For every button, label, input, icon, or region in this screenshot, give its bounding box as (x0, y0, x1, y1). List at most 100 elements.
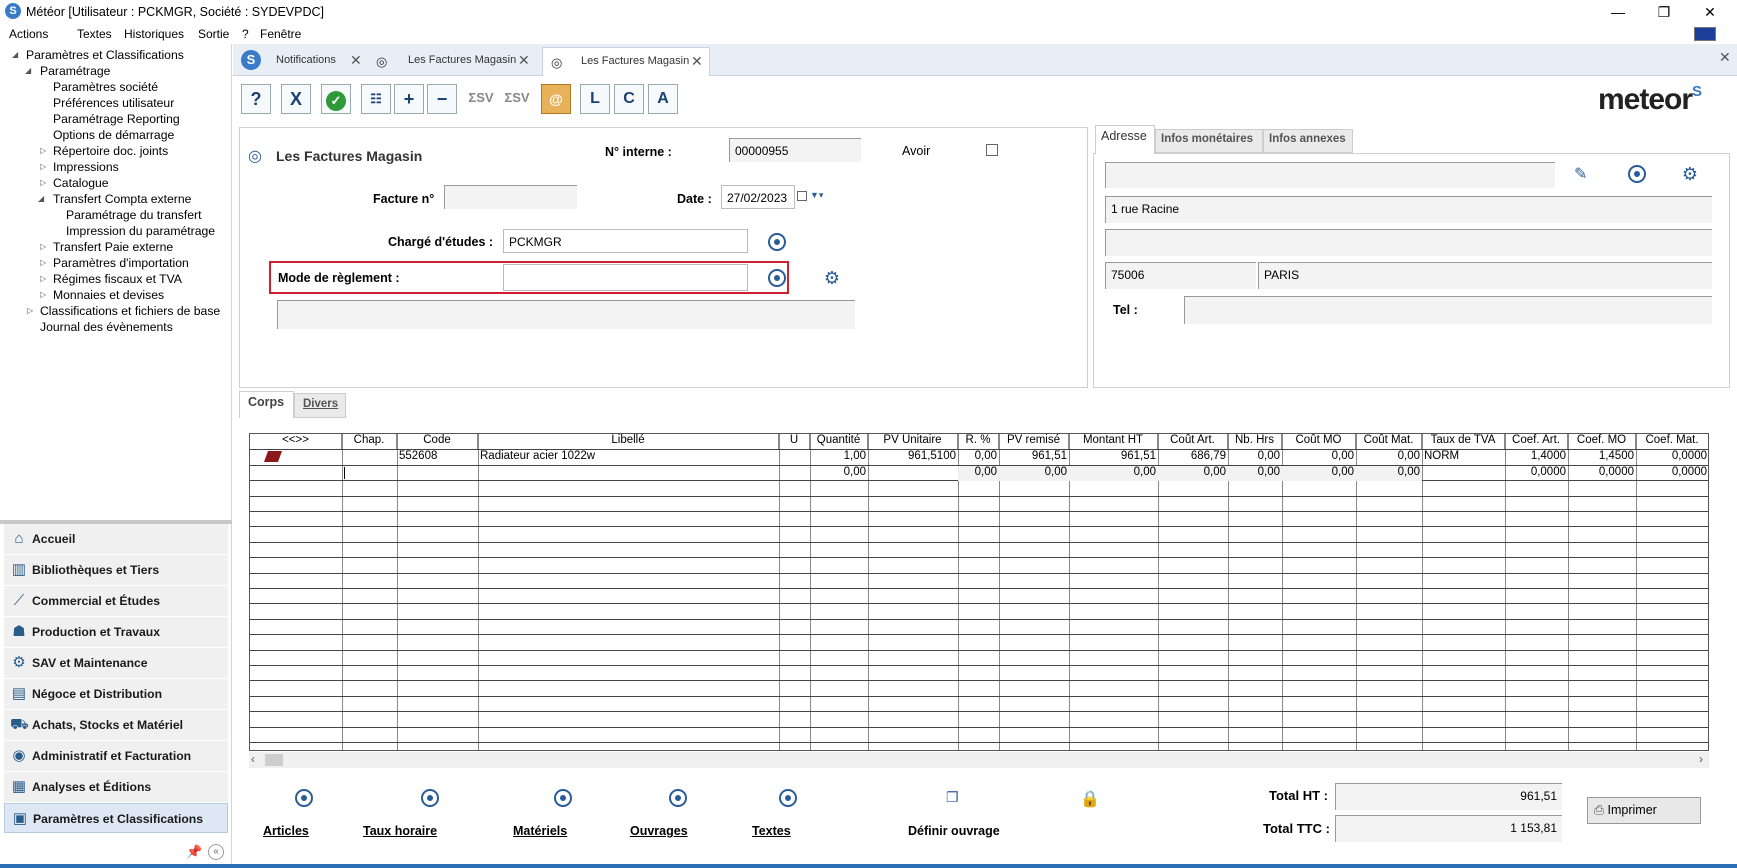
grid-header-cell[interactable]: Libellé (478, 434, 779, 449)
minimize-icon[interactable]: — (1595, 0, 1641, 24)
tree-item[interactable]: Impression du paramétrage (66, 224, 215, 238)
tree-item[interactable]: Journal des évènements (40, 320, 173, 334)
num-interne-field[interactable]: 00000955 (729, 138, 861, 162)
grid-cell[interactable]: 0,00 (1282, 466, 1356, 481)
line-c-button[interactable]: C (614, 84, 644, 114)
menu-fenetre[interactable]: Fenêtre (260, 27, 301, 41)
grid-column-separator[interactable] (1069, 434, 1070, 750)
sigma-sv-remove-button[interactable]: ΣSV (499, 84, 535, 114)
grid-cell[interactable]: 1,4500 (1568, 450, 1636, 465)
expand-icon[interactable]: ◢ (25, 66, 31, 75)
grid-cell[interactable]: 0,00 (1158, 466, 1228, 481)
grid-cell[interactable] (478, 466, 779, 481)
nav-parametres[interactable]: ▣ Paramètres et Classifications (4, 803, 228, 833)
grid-cell[interactable]: 0,0000 (1636, 466, 1708, 481)
grid-cell[interactable] (342, 450, 397, 465)
horizontal-scrollbar[interactable]: ‹ › (249, 752, 1709, 768)
select-charge-icon[interactable] (768, 233, 786, 251)
grid-header-cell[interactable]: Quantité (810, 434, 868, 449)
pin-icon[interactable]: 📌 (186, 844, 202, 860)
grid-cell[interactable] (779, 466, 810, 481)
collapse-icon[interactable]: ▷ (40, 178, 46, 187)
nav-achats[interactable]: ⛟ Achats, Stocks et Matériel (4, 710, 228, 740)
grid-cell[interactable]: 0,0000 (1568, 466, 1636, 481)
grid-cell[interactable] (250, 450, 342, 465)
tree-item[interactable]: Préférences utilisateur (53, 96, 174, 110)
grid-header-cell[interactable]: R. % (958, 434, 999, 449)
date-field[interactable]: 27/02/2023 (721, 185, 795, 209)
add-button[interactable]: + (394, 84, 424, 114)
facture-field[interactable] (444, 185, 577, 209)
grid-cell[interactable]: 552608 (397, 450, 478, 465)
tree-item[interactable]: Paramètres société (53, 80, 158, 94)
menu-historiques[interactable]: Historiques (124, 27, 184, 41)
tab-infos-monetaires[interactable]: Infos monétaires (1155, 129, 1263, 153)
taux-horaire-button[interactable]: Taux horaire (363, 824, 437, 838)
grid-cell[interactable] (342, 466, 397, 481)
grid-cell[interactable]: 0,00 (1069, 466, 1158, 481)
address-line2-field[interactable]: 1 rue Racine (1105, 196, 1712, 223)
date-dropdown-icon[interactable]: ▼▾ (810, 190, 823, 201)
expand-icon[interactable]: ◢ (12, 50, 18, 59)
grid-cell[interactable]: NORM (1422, 450, 1505, 465)
address-book-button[interactable]: @ (541, 84, 571, 114)
collapse-icon[interactable]: ▷ (40, 162, 46, 171)
taux-horaire-icon[interactable] (421, 789, 439, 807)
grid-cell[interactable]: 0,0000 (1636, 450, 1708, 465)
nav-accueil[interactable]: ⌂ Accueil (4, 524, 228, 554)
tree-item[interactable]: Paramétrage Reporting (53, 112, 180, 126)
grid-cell[interactable]: 961,5100 (868, 450, 958, 465)
grid-cell[interactable]: 0,00 (1356, 466, 1422, 481)
nav-sav[interactable]: ⚙ SAV et Maintenance (4, 648, 228, 678)
tel-field[interactable] (1184, 296, 1712, 324)
grid-header-cell[interactable]: Coef. Mat. (1636, 434, 1708, 449)
nav-administratif[interactable]: ◉ Administratif et Facturation (4, 741, 228, 771)
grid-header-cell[interactable]: Coût Mat. (1356, 434, 1422, 449)
grid-cell[interactable]: 0,00 (1282, 450, 1356, 465)
grid-header-cell[interactable]: PV remisé (999, 434, 1069, 449)
grid-header-cell[interactable]: PV Unitaire (868, 434, 958, 449)
grid-header-cell[interactable]: Nb. Hrs (1228, 434, 1282, 449)
grid-column-separator[interactable] (1356, 434, 1357, 750)
collapse-icon[interactable]: ▷ (27, 306, 33, 315)
validate-button[interactable]: ✓ (321, 84, 351, 114)
grid-cell[interactable]: 0,00 (958, 450, 999, 465)
close-tab-icon[interactable]: ✕ (518, 52, 530, 69)
address-line3-field[interactable] (1105, 229, 1712, 256)
nav-analyses[interactable]: ▦ Analyses et Éditions (4, 772, 228, 802)
grid-cell[interactable]: 961,51 (1069, 450, 1158, 465)
print-button[interactable]: ⎙ Imprimer (1587, 797, 1701, 824)
charge-field[interactable]: PCKMGR (503, 229, 748, 253)
tree-item[interactable]: Transfert Paie externe (53, 240, 173, 254)
grid-cell[interactable]: 961,51 (999, 450, 1069, 465)
grid-column-separator[interactable] (868, 434, 869, 750)
grid-column-separator[interactable] (1228, 434, 1229, 750)
tree-item[interactable]: Paramètres d'importation (53, 256, 189, 270)
grid-cell[interactable]: 0,00 (810, 466, 868, 481)
articles-button[interactable]: Articles (263, 824, 309, 838)
ouvrages-icon[interactable] (669, 789, 687, 807)
tab-factures-1[interactable]: ◎ Les Factures Magasin ✕ (368, 47, 538, 76)
tree-root[interactable]: Paramètres et Classifications (26, 48, 184, 62)
collapse-icon[interactable]: ▷ (40, 274, 46, 283)
grid-cell[interactable]: 1,00 (810, 450, 868, 465)
grid-cell[interactable] (779, 450, 810, 465)
tree-item[interactable]: Répertoire doc. joints (53, 144, 168, 158)
grid-column-separator[interactable] (1636, 434, 1637, 750)
scroll-right-icon[interactable]: › (1699, 752, 1703, 766)
grid-column-separator[interactable] (1568, 434, 1569, 750)
nav-commercial[interactable]: ⟋ Commercial et Études (4, 586, 228, 616)
copy-icon[interactable]: ❐ (946, 789, 959, 806)
grid-cell[interactable]: 0,00 (1228, 450, 1282, 465)
grid-header-cell[interactable]: Coef. MO (1568, 434, 1636, 449)
grid-column-separator[interactable] (1158, 434, 1159, 750)
grid-column-separator[interactable] (478, 434, 479, 750)
menu-help[interactable]: ? (242, 27, 249, 41)
close-icon[interactable]: ✕ (1687, 0, 1733, 24)
grid-header-cell[interactable]: Chap. (342, 434, 397, 449)
tab-infos-annexes[interactable]: Infos annexes (1263, 129, 1353, 153)
avoir-checkbox[interactable] (986, 144, 998, 156)
close-tab-icon[interactable]: ✕ (691, 53, 703, 70)
grid-column-separator[interactable] (999, 434, 1000, 750)
expand-icon[interactable]: ◢ (38, 194, 44, 203)
